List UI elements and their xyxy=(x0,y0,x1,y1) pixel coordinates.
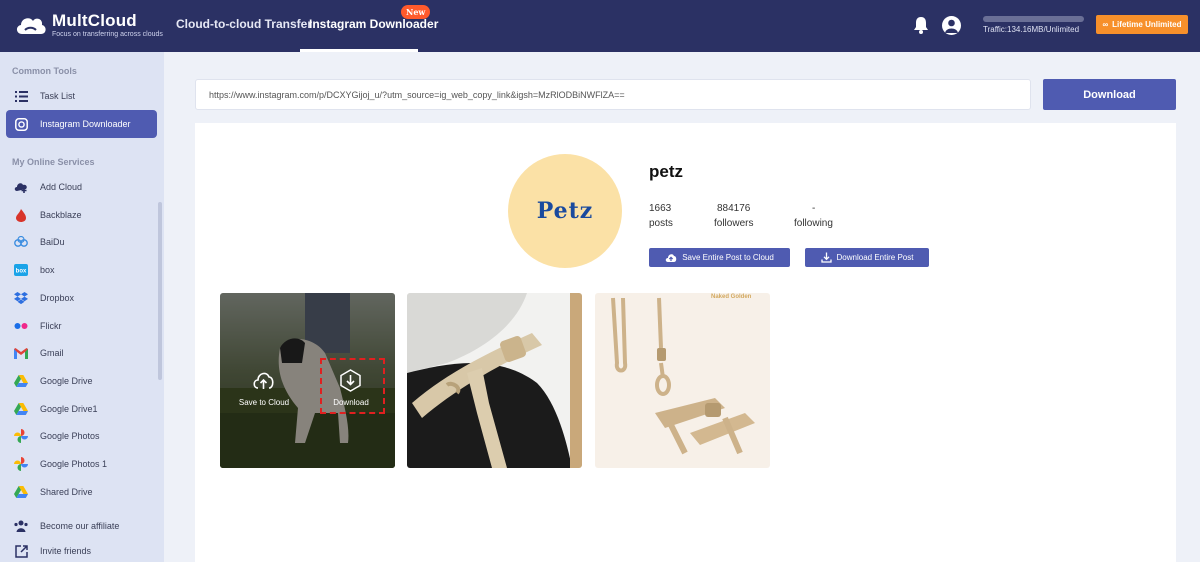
bell-icon[interactable] xyxy=(913,16,929,34)
sidebar-item-label: Shared Drive xyxy=(40,487,93,497)
sidebar-item-label: Instagram Downloader xyxy=(40,119,131,129)
top-bar: MultCloud Focus on transferring across c… xyxy=(0,0,1200,52)
product-caption: Naked Golden xyxy=(711,294,752,300)
new-badge: New xyxy=(401,5,431,19)
google-drive-icon xyxy=(14,402,28,416)
download-entire-post-button[interactable]: Download Entire Post xyxy=(805,248,929,267)
sidebar-item-label: Google Drive xyxy=(40,376,93,386)
sidebar-item-google-photos-1[interactable]: Google Photos 1 xyxy=(6,450,157,478)
profile-avatar: Petz xyxy=(508,154,622,268)
download-icon xyxy=(820,252,832,263)
logo-title: MultCloud xyxy=(52,11,137,30)
infinity-icon: ∞ xyxy=(1102,20,1109,29)
svg-text:box: box xyxy=(16,269,27,275)
shared-drive-icon xyxy=(14,485,28,499)
download-entire-post-label: Download Entire Post xyxy=(836,253,914,262)
sidebar-item-label: Task List xyxy=(40,91,76,101)
sidebar-scrollbar[interactable] xyxy=(158,202,162,380)
nav-cloud-transfer[interactable]: Cloud-to-cloud Transfer xyxy=(176,17,312,31)
sidebar-item-gmail[interactable]: Gmail xyxy=(6,339,157,367)
post-thumbnail-2[interactable] xyxy=(407,293,582,468)
sidebar-item-label: box xyxy=(40,265,55,275)
posts-stat: 1663 posts xyxy=(649,201,673,231)
sidebar-item-add-cloud[interactable]: Add Cloud xyxy=(6,173,157,201)
user-avatar[interactable] xyxy=(942,16,961,35)
sidebar-item-shared-drive[interactable]: Shared Drive xyxy=(6,478,157,506)
sidebar-item-label: Google Photos 1 xyxy=(40,459,108,469)
online-services-heading: My Online Services xyxy=(12,157,95,167)
download-button[interactable]: Download xyxy=(1043,79,1176,110)
followers-stat: 884176 followers xyxy=(714,201,753,231)
sidebar-item-task-list[interactable]: Task List xyxy=(6,82,157,110)
nav-instagram-downloader[interactable]: Instagram Downloader xyxy=(309,17,438,31)
instagram-url-input[interactable]: https://www.instagram.com/p/DCXYGijoj_u/… xyxy=(195,79,1031,110)
logo-subtitle: Focus on transferring across clouds xyxy=(52,31,163,38)
gmail-icon xyxy=(14,346,28,360)
following-label: following xyxy=(794,218,833,229)
download-highlight-box xyxy=(320,358,385,414)
sidebar-item-instagram-downloader[interactable]: Instagram Downloader xyxy=(6,110,157,138)
sidebar-item-affiliate[interactable]: Become our affiliate xyxy=(6,512,157,540)
save-entire-post-label: Save Entire Post to Cloud xyxy=(682,253,774,262)
save-entire-post-button[interactable]: Save Entire Post to Cloud xyxy=(649,248,790,267)
following-stat: - following xyxy=(794,201,833,231)
followers-label: followers xyxy=(714,218,754,229)
backblaze-icon xyxy=(14,208,28,222)
sidebar-item-label: Backblaze xyxy=(40,210,82,220)
sidebar-item-flickr[interactable]: Flickr xyxy=(6,312,157,340)
profile-avatar-logo-text: Petz xyxy=(536,198,594,224)
sidebar-item-invite-friends[interactable]: Invite friends xyxy=(6,537,157,562)
sidebar-item-box[interactable]: box box xyxy=(6,256,157,284)
instagram-icon xyxy=(14,117,28,131)
posts-label: posts xyxy=(649,218,673,229)
logo[interactable]: MultCloud Focus on transferring across c… xyxy=(14,10,163,40)
sidebar-item-label: BaiDu xyxy=(40,237,65,247)
sidebar-item-label: Google Drive1 xyxy=(40,404,98,414)
sidebar-item-label: Add Cloud xyxy=(40,182,83,192)
sidebar-item-google-drive1[interactable]: Google Drive1 xyxy=(6,395,157,423)
sidebar-item-backblaze[interactable]: Backblaze xyxy=(6,201,157,229)
sidebar-item-label: Flickr xyxy=(40,321,62,331)
multcloud-logo-icon xyxy=(16,18,46,34)
sidebar-item-label: Dropbox xyxy=(40,293,75,303)
invite-icon xyxy=(14,544,28,558)
post-thumbnail-3[interactable]: Naked Golden xyxy=(595,293,770,468)
google-drive-icon xyxy=(14,374,28,388)
dropbox-icon xyxy=(14,291,28,305)
sidebar-item-google-photos[interactable]: Google Photos xyxy=(6,422,157,450)
lifetime-label: Lifetime Unlimited xyxy=(1112,20,1182,29)
profile-username: petz xyxy=(649,162,683,181)
sidebar-item-label: Gmail xyxy=(40,348,64,358)
followers-count: 884176 xyxy=(717,203,751,214)
add-cloud-icon xyxy=(14,180,28,194)
google-photos-icon xyxy=(14,457,28,471)
traffic-text: Traffic:134.16MB/Unlimited xyxy=(983,25,1080,34)
sidebar-item-google-drive[interactable]: Google Drive xyxy=(6,367,157,395)
lifetime-unlimited-button[interactable]: ∞ Lifetime Unlimited xyxy=(1096,15,1188,34)
list-icon xyxy=(14,89,28,103)
product-photo-image xyxy=(595,293,770,468)
save-to-cloud-icon[interactable] xyxy=(252,369,275,392)
sidebar-item-dropbox[interactable]: Dropbox xyxy=(6,284,157,312)
google-photos-icon xyxy=(14,429,28,443)
cloud-upload-icon xyxy=(665,253,677,262)
box-icon: box xyxy=(14,263,28,277)
save-to-cloud-label: Save to Cloud xyxy=(238,398,290,407)
following-count: - xyxy=(812,203,816,214)
posts-count: 1663 xyxy=(649,203,672,214)
nav-active-underline xyxy=(300,49,418,52)
sidebar-item-label: Invite friends xyxy=(40,546,92,556)
harness-photo-image xyxy=(407,293,582,468)
sidebar-item-label: Google Photos xyxy=(40,431,100,441)
sidebar-item-baidu[interactable]: BaiDu xyxy=(6,228,157,256)
flickr-icon xyxy=(14,319,28,333)
user-icon xyxy=(945,19,958,33)
baidu-icon xyxy=(14,235,28,249)
affiliate-icon xyxy=(14,519,28,533)
sidebar: Common Tools Task List Instagram Downloa… xyxy=(0,52,164,562)
sidebar-item-label: Become our affiliate xyxy=(40,521,120,531)
traffic-progress-bar xyxy=(983,16,1084,22)
common-tools-heading: Common Tools xyxy=(12,66,77,76)
